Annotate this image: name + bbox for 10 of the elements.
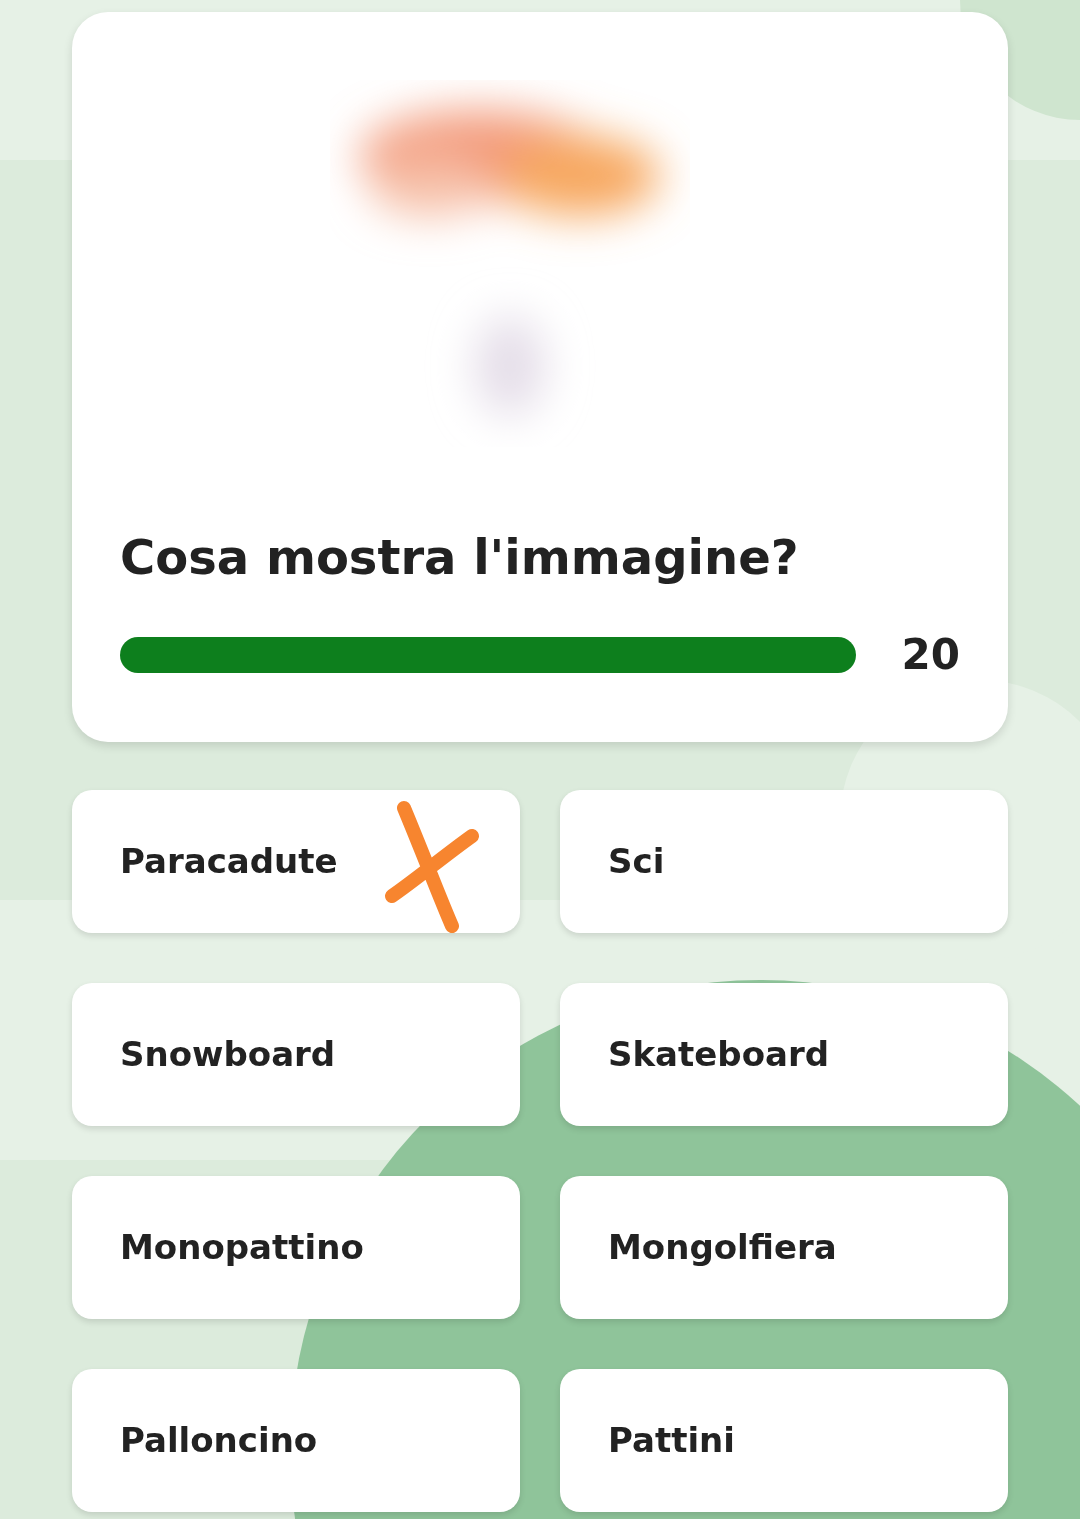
answer-button[interactable]: Monopattino [72,1176,520,1319]
answer-button[interactable]: Snowboard [72,983,520,1126]
answer-button[interactable]: Skateboard [560,983,1008,1126]
answer-button[interactable]: Sci [560,790,1008,933]
answer-button[interactable]: Palloncino [72,1369,520,1512]
answer-button[interactable]: Paracadute [72,790,520,933]
answer-button[interactable]: Pattini [560,1369,1008,1512]
timer-count: 20 [901,629,960,681]
answer-button[interactable]: Mongolfiera [560,1176,1008,1319]
question-text: Cosa mostra l'immagine? [120,528,800,587]
